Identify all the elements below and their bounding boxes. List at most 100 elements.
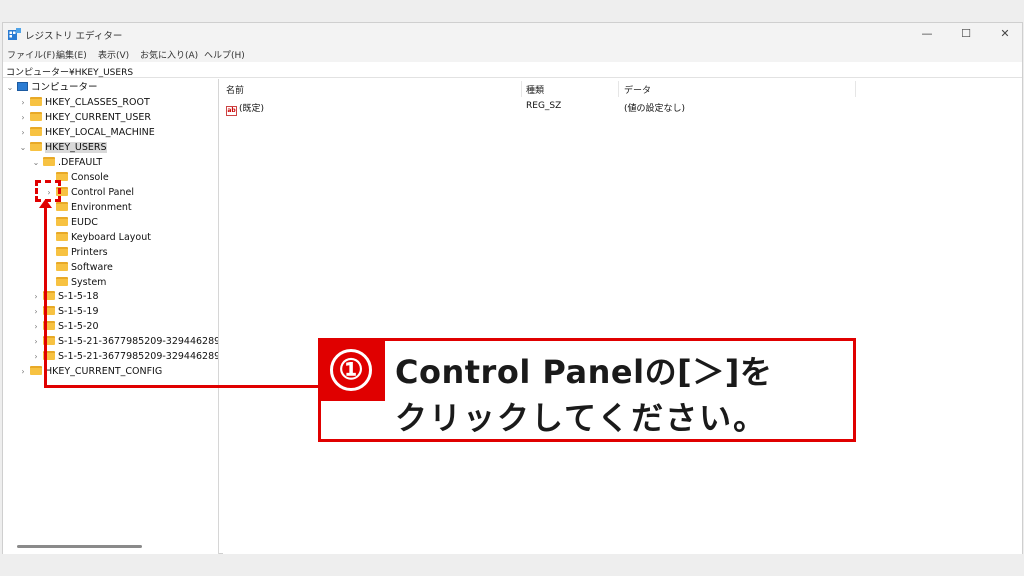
menu-view[interactable]: 表示(V) — [98, 48, 129, 61]
minimize-button[interactable]: — — [908, 23, 946, 45]
value-type: REG_SZ — [526, 101, 562, 111]
folder-icon — [56, 232, 68, 241]
folder-icon — [43, 157, 55, 166]
values-list-pane[interactable]: 名前 種類 データ ab (既定) REG_SZ (値の設定なし) — [223, 79, 1022, 554]
instruction-callout: ① Control Panelの[＞]を クリックしてください。 — [318, 338, 856, 442]
tree-item-label: Control Panel — [71, 187, 134, 198]
tree-item-hkcr[interactable]: › HKEY_CLASSES_ROOT — [18, 96, 150, 110]
arrow-up-icon — [39, 199, 52, 208]
tree-item-system[interactable]: System — [44, 276, 106, 290]
chevron-right-icon[interactable]: › — [31, 320, 41, 334]
connector-line-horizontal — [44, 385, 320, 388]
registry-editor-window: レジストリ エディター — ☐ ✕ ファイル(F) 編集(E) 表示(V) お気… — [2, 22, 1023, 554]
chevron-right-icon[interactable]: › — [31, 335, 41, 349]
tree-item-label: S-1-5-18 — [58, 291, 99, 302]
maximize-button[interactable]: ☐ — [947, 23, 985, 45]
chevron-right-icon[interactable]: › — [31, 290, 41, 304]
tree-item-label: HKEY_CURRENT_USER — [45, 112, 151, 123]
tree-item-hkcu[interactable]: › HKEY_CURRENT_USER — [18, 111, 151, 125]
menu-favorites[interactable]: お気に入り(A) — [140, 48, 198, 61]
tree-item-label: HKEY_USERS — [45, 142, 107, 153]
tree-item-sid-21a[interactable]: › S-1-5-21-3677985209-3294462892-23 — [31, 335, 218, 349]
tree-item-label: .DEFAULT — [58, 157, 103, 168]
folder-icon — [30, 112, 42, 121]
chevron-right-icon[interactable]: › — [18, 111, 28, 125]
tree-item-sid-20[interactable]: › S-1-5-20 — [31, 320, 99, 334]
address-path: コンピューター¥HKEY_USERS — [6, 68, 134, 78]
step-badge: ① — [321, 341, 385, 401]
title-bar: レジストリ エディター — ☐ ✕ — [3, 23, 1022, 45]
column-divider[interactable] — [521, 81, 522, 97]
step-number: ① — [330, 349, 372, 391]
key-tree-pane[interactable]: ⌄ コンピューター › HKEY_CLASSES_ROOT › HKEY_CURREN… — [3, 79, 219, 554]
tree-item-printers[interactable]: Printers — [44, 246, 108, 260]
tree-item-label: Software — [71, 262, 113, 273]
table-row[interactable]: ab (既定) — [226, 101, 264, 116]
tree-item-label: Keyboard Layout — [71, 232, 151, 243]
chevron-down-icon[interactable]: ⌄ — [5, 81, 15, 95]
folder-icon — [30, 127, 42, 136]
tree-item-label: EUDC — [71, 217, 98, 228]
tree-item-label: HKEY_CURRENT_CONFIG — [45, 366, 163, 377]
tree-item-eudc[interactable]: EUDC — [44, 216, 98, 230]
tree-item-label: Console — [71, 172, 109, 183]
value-name: (既定) — [239, 104, 265, 114]
tree-item-label: HKEY_CLASSES_ROOT — [45, 97, 150, 108]
column-header-type[interactable]: 種類 — [526, 83, 544, 96]
chevron-right-icon[interactable]: › — [18, 96, 28, 110]
instruction-line-1: Control Panelの[＞]を — [395, 353, 773, 391]
tree-item-keyboard-layout[interactable]: Keyboard Layout — [44, 231, 151, 245]
tree-item-software[interactable]: Software — [44, 261, 113, 275]
tree-item-label: コンピューター — [31, 82, 98, 93]
folder-icon — [30, 97, 42, 106]
chevron-right-icon[interactable]: › — [18, 126, 28, 140]
tree-item-hklm[interactable]: › HKEY_LOCAL_MACHINE — [18, 126, 155, 140]
column-header-data[interactable]: データ — [624, 83, 651, 96]
tree-item-label: System — [71, 277, 107, 288]
tree-item-sid-21b[interactable]: › S-1-5-21-3677985209-3294462892-23 — [31, 350, 218, 364]
chevron-down-icon[interactable]: ⌄ — [31, 156, 41, 170]
column-divider[interactable] — [618, 81, 619, 97]
tree-item-default[interactable]: ⌄ .DEFAULT — [31, 156, 102, 170]
menu-file[interactable]: ファイル(F) — [7, 48, 55, 61]
tree-item-label: S-1-5-19 — [58, 306, 99, 317]
close-button[interactable]: ✕ — [986, 23, 1024, 45]
tree-item-label: HKEY_LOCAL_MACHINE — [45, 127, 155, 138]
menu-edit[interactable]: 編集(E) — [56, 48, 87, 61]
registry-editor-icon — [8, 28, 21, 40]
menu-help[interactable]: ヘルプ(H) — [204, 48, 245, 61]
connector-line-vertical — [44, 203, 47, 388]
folder-icon — [56, 247, 68, 256]
address-bar[interactable]: コンピューター¥HKEY_USERS — [3, 63, 1022, 78]
tree-item-label: Printers — [71, 247, 108, 258]
folder-icon — [56, 202, 68, 211]
chevron-down-icon[interactable]: ⌄ — [18, 141, 28, 155]
computer-icon — [17, 82, 28, 91]
instruction-line-2: クリックしてください。 — [395, 399, 768, 437]
horizontal-scrollbar[interactable] — [17, 545, 142, 548]
string-value-icon: ab — [226, 106, 237, 116]
folder-icon — [30, 142, 42, 151]
folder-icon — [56, 217, 68, 226]
chevron-right-icon[interactable]: › — [31, 350, 41, 364]
menu-bar: ファイル(F) 編集(E) 表示(V) お気に入り(A) ヘルプ(H) — [3, 45, 1022, 62]
chevron-right-icon[interactable]: › — [18, 365, 28, 379]
folder-icon — [56, 262, 68, 271]
column-header-name[interactable]: 名前 — [226, 83, 244, 96]
tree-item-label: S-1-5-21-3677985209-3294462892-23 — [58, 351, 218, 362]
window-title: レジストリ エディター — [25, 31, 123, 42]
tree-item-label: S-1-5-20 — [58, 321, 99, 332]
tree-item-computer[interactable]: ⌄ コンピューター — [5, 81, 98, 95]
tree-item-environment[interactable]: Environment — [44, 201, 132, 215]
tree-item-sid-19[interactable]: › S-1-5-19 — [31, 305, 99, 319]
tree-item-label: S-1-5-21-3677985209-3294462892-23 — [58, 336, 218, 347]
tree-item-label: Environment — [71, 202, 132, 213]
folder-icon — [56, 277, 68, 286]
chevron-right-icon[interactable]: › — [31, 305, 41, 319]
tree-item-hku[interactable]: ⌄ HKEY_USERS — [18, 141, 107, 155]
tree-item-hkcc[interactable]: › HKEY_CURRENT_CONFIG — [18, 365, 162, 379]
column-divider[interactable] — [855, 81, 856, 97]
tree-item-sid-18[interactable]: › S-1-5-18 — [31, 290, 99, 304]
folder-icon — [30, 366, 42, 375]
value-data: (値の設定なし) — [624, 104, 686, 114]
